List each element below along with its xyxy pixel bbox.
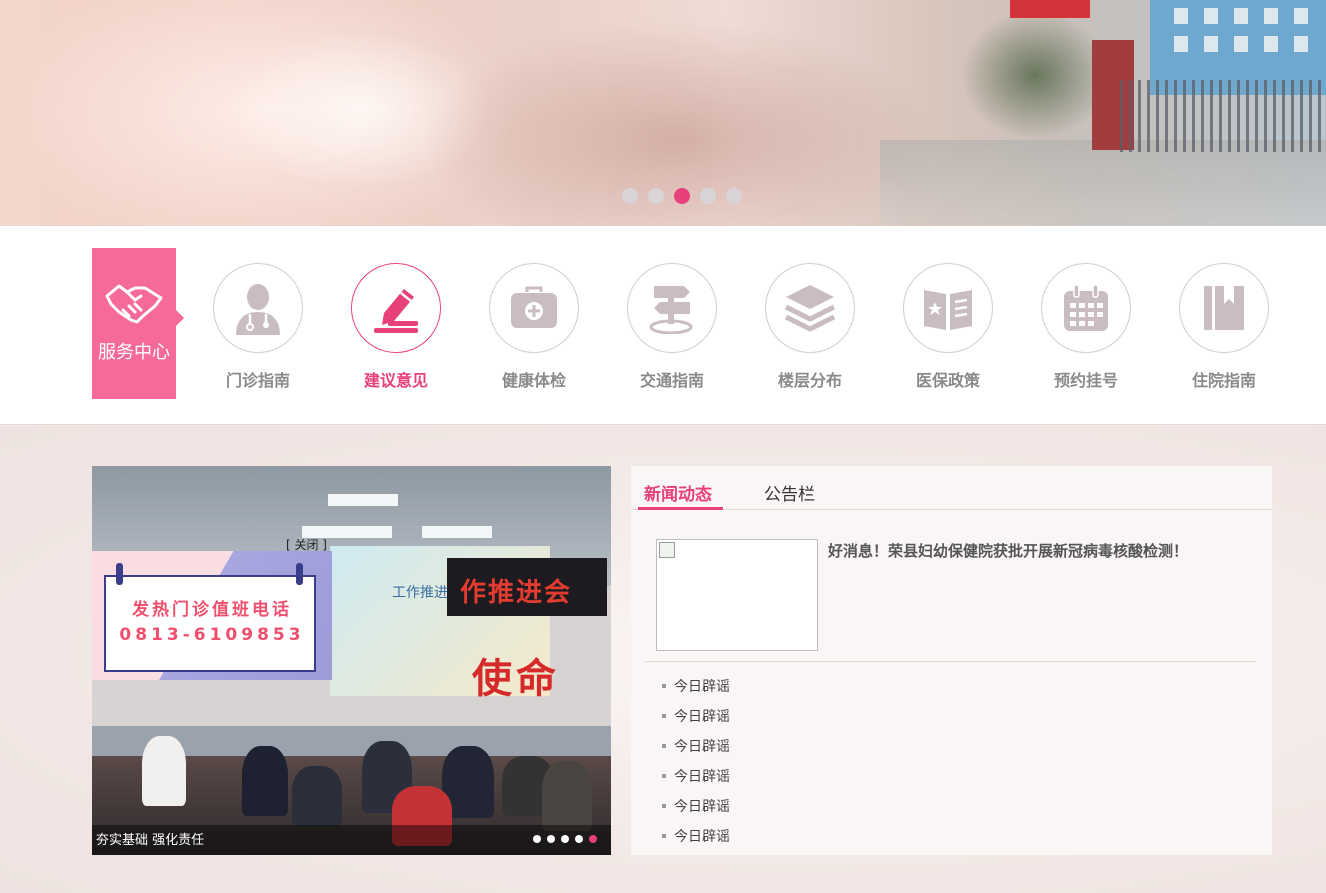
slide-caption[interactable]: 夯实基础 强化责任 (96, 829, 204, 848)
news-list: 今日辟谣 今日辟谣 今日辟谣 今日辟谣 今日辟谣 今日辟谣 (662, 671, 730, 851)
medical-kit-icon (511, 286, 557, 328)
list-item[interactable]: 今日辟谣 (662, 791, 730, 821)
banner-trees (960, 10, 1110, 140)
service-item-circle (489, 263, 579, 353)
pagination-dot[interactable] (726, 188, 742, 204)
service-item-label: 健康体检 (501, 371, 566, 390)
tab-bulletin[interactable]: 公告栏 (764, 480, 815, 505)
calendar-icon (1064, 284, 1108, 331)
popup-card (104, 575, 316, 672)
popup-phone: 0813-6109853 (119, 625, 305, 645)
pagination-dot[interactable] (547, 835, 555, 843)
service-item-suggestions[interactable]: 建议意见 (350, 263, 442, 391)
signpost-icon (649, 286, 693, 334)
banner-gate (1120, 80, 1326, 152)
slide-person (542, 761, 592, 831)
pagination-dot[interactable] (622, 188, 638, 204)
list-item[interactable]: 今日辟谣 (662, 761, 730, 791)
pagination-dot[interactable] (575, 835, 583, 843)
service-item-label: 住院指南 (1191, 371, 1256, 390)
news-divider (645, 661, 1256, 662)
fever-clinic-popup[interactable]: 发热门诊值班电话 0813-6109853 (92, 551, 332, 680)
service-item-label: 交通指南 (639, 371, 704, 390)
service-item-insurance-policy[interactable]: 医保政策 (902, 263, 994, 391)
popup-pin (296, 563, 303, 585)
pagination-dot[interactable] (674, 188, 690, 204)
service-item-circle (627, 263, 717, 353)
service-item-label: 楼层分布 (777, 371, 842, 390)
popup-close-button[interactable]: [ 关闭 ] (286, 536, 327, 553)
banner-pagination (622, 188, 742, 204)
pagination-dot[interactable] (589, 835, 597, 843)
pagination-dot[interactable] (700, 188, 716, 204)
service-center-badge: 服务中心 (92, 248, 184, 399)
service-item-label: 预约挂号 (1053, 371, 1118, 390)
service-item-inpatient-guide[interactable]: 住院指南 (1178, 263, 1270, 391)
doctor-icon (236, 284, 280, 335)
service-item-circle (213, 263, 303, 353)
service-center-label: 服务中心 (98, 342, 170, 363)
list-item[interactable]: 今日辟谣 (662, 701, 730, 731)
slider-pagination (533, 835, 597, 843)
service-center: 服务中心 门诊指南 建议意见 健康体检 交通指南 楼层分布 医保政策 预约挂号 … (0, 226, 1326, 425)
slide-person (142, 736, 186, 806)
service-item-circle (765, 263, 855, 353)
pencil-icon (374, 289, 418, 333)
service-item-floor-layout[interactable]: 楼层分布 (764, 263, 856, 391)
list-item[interactable]: 今日辟谣 (662, 821, 730, 851)
pagination-dot[interactable] (648, 188, 664, 204)
policy-book-icon (924, 290, 972, 330)
service-item-circle (903, 263, 993, 353)
service-item-traffic-guide[interactable]: 交通指南 (626, 263, 718, 391)
pagination-dot[interactable] (561, 835, 569, 843)
book-icon (1204, 286, 1244, 330)
news-tabs: 新闻动态 公告栏 (631, 466, 1272, 510)
tab-news[interactable]: 新闻动态 (644, 480, 712, 505)
banner-red-sign (1010, 0, 1090, 18)
ceiling-light (328, 494, 398, 506)
service-item-circle (1041, 263, 1131, 353)
service-item-health-check[interactable]: 健康体检 (488, 263, 580, 391)
list-item[interactable]: 今日辟谣 (662, 731, 730, 761)
list-item[interactable]: 今日辟谣 (662, 671, 730, 701)
news-headline[interactable]: 好消息！荣县妇幼保健院获批开展新冠病毒核酸检测！ (828, 540, 1188, 561)
slide-person (292, 766, 342, 826)
led-banner-text: 作推进会 (460, 578, 573, 608)
service-item-circle (351, 263, 441, 353)
service-item-outpatient-guide[interactable]: 门诊指南 (212, 263, 304, 391)
service-item-appointment[interactable]: 预约挂号 (1040, 263, 1132, 391)
service-item-label: 医保政策 (915, 371, 980, 390)
banner-ground (880, 140, 1326, 226)
service-item-label: 建议意见 (363, 371, 428, 390)
wall-slogan: 使命 (472, 656, 560, 702)
service-item-label: 门诊指南 (225, 371, 290, 390)
layers-icon (784, 285, 836, 332)
popup-pin (116, 563, 123, 585)
handshake-icon (105, 284, 163, 324)
tab-active-underline (638, 507, 723, 510)
hero-banner[interactable] (0, 0, 1326, 226)
popup-title: 发热门诊值班电话 (132, 600, 292, 620)
service-item-circle (1179, 263, 1269, 353)
news-panel: 新闻动态 公告栏 好消息！荣县妇幼保健院获批开展新冠病毒核酸检测！ 今日辟谣 今… (631, 466, 1272, 855)
slide-person (242, 746, 288, 816)
news-thumbnail-broken-image[interactable] (656, 539, 818, 651)
ceiling-light (422, 526, 492, 538)
pagination-dot[interactable] (533, 835, 541, 843)
